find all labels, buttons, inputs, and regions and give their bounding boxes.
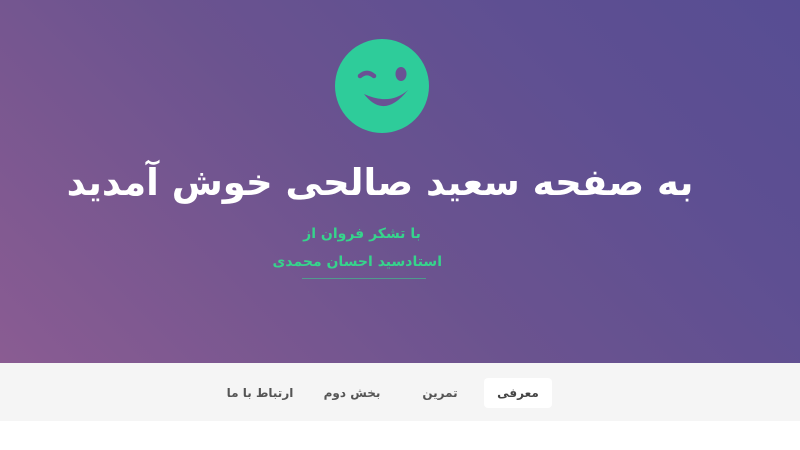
nav-item-part-two[interactable]: بخش دوم: [316, 378, 388, 408]
credit-underline: [302, 278, 426, 279]
hero-section: به صفحه سعید صالحی خوش آمدید با تشکر فرو…: [0, 0, 800, 363]
winking-smiley-icon: [335, 39, 429, 133]
nav-bar: معرفی تمرین بخش دوم ارتباط با ما: [0, 363, 800, 421]
nav-item-contact[interactable]: ارتباط با ما: [222, 378, 298, 408]
nav-item-exercise[interactable]: تمرین: [410, 378, 470, 408]
credit-text: با تشکر فروان از: [303, 226, 421, 242]
page-title: به صفحه سعید صالحی خوش آمدید: [66, 161, 694, 204]
credit-name: استادسید احسان محمدی: [272, 254, 442, 270]
nav-item-intro[interactable]: معرفی: [484, 378, 552, 408]
content-area: [0, 421, 800, 450]
